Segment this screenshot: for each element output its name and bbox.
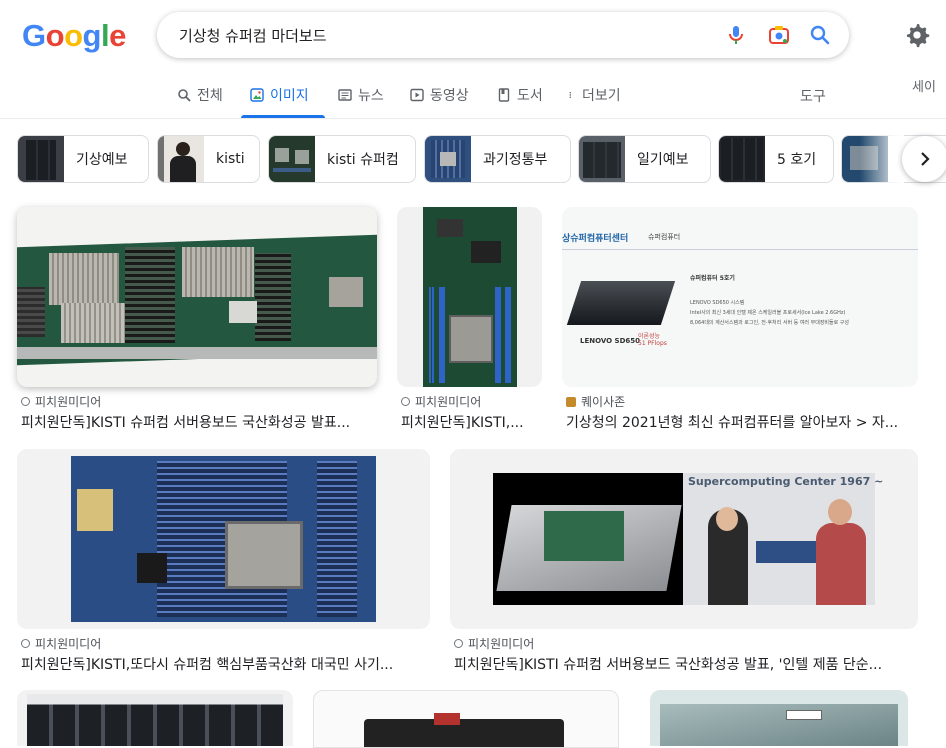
result-source[interactable]: 피치원미디어 [454, 635, 534, 652]
chip-label: 기상예보 [76, 152, 128, 168]
tab-label: 전체 [197, 88, 223, 104]
source-name: 피치원미디어 [35, 637, 102, 651]
chip-thumbnail [269, 136, 315, 182]
logo-letter: o [64, 18, 83, 53]
chip-weather-forecast[interactable]: 기상예보 [17, 135, 149, 183]
chip-kisti-supercomputer[interactable]: kisti 슈퍼컴 [268, 135, 416, 183]
slide-title: 상슈퍼컴퓨터센터 [562, 234, 629, 244]
result-image[interactable] [650, 690, 908, 746]
chip-thumbnail [425, 136, 471, 182]
chip-kisti[interactable]: kisti [157, 135, 260, 183]
quasarzone-icon [566, 396, 576, 407]
chip-unit-5[interactable]: 5 호기 [718, 135, 834, 183]
tab-images[interactable]: 이미지 [250, 84, 309, 106]
chip-thumbnail [158, 136, 204, 182]
logo-letter: G [22, 18, 46, 53]
result-image[interactable] [17, 207, 377, 387]
play-icon [410, 88, 424, 102]
logo-letter: g [82, 18, 102, 53]
result-image[interactable]: 상슈퍼컴퓨터센터 슈퍼컴퓨터 LENOVO SD650 이론성능 51 PFlo… [562, 207, 918, 387]
tab-label: 이미지 [270, 88, 309, 104]
result-title[interactable]: 피치원단독]KISTI,또다시 슈퍼컴 핵심부품국산화 대국민 사기... [21, 654, 431, 674]
source-name: 피치원미디어 [415, 395, 482, 409]
result-title[interactable]: 피치원단독]KISTI 슈퍼컴 서버용보드 국산화성공 발표, '인텔 제품 단… [454, 654, 916, 674]
search-input[interactable]: 기상청 슈퍼컴 마더보드 [179, 25, 327, 46]
safesearch-label[interactable]: 세이 [912, 76, 936, 95]
chip-daily-forecast[interactable]: 일기예보 [578, 135, 711, 183]
chip-fade [860, 132, 904, 184]
chip-label: 일기예보 [637, 152, 689, 168]
result-image[interactable] [313, 690, 619, 748]
result-title[interactable]: 기상청의 2021년형 최신 슈퍼컴퓨터를 알아보자 > 자... [566, 412, 918, 432]
microphone-icon[interactable] [724, 23, 748, 47]
divider [0, 118, 946, 119]
news-icon [338, 89, 352, 101]
chip-label: 과기정통부 [483, 152, 548, 168]
more-vert-icon [569, 91, 572, 99]
tab-label: 도서 [517, 88, 543, 104]
chip-label: kisti 슈퍼컴 [327, 152, 399, 168]
chip-thumbnail [719, 136, 765, 182]
tab-books[interactable]: 도서 [497, 84, 543, 106]
result-image[interactable]: Supercomputing Center 1967 ~ [450, 449, 918, 629]
result-source[interactable]: 퀘이사존 [566, 393, 625, 410]
result-image[interactable] [17, 449, 430, 629]
camera-lens-icon[interactable] [767, 23, 791, 47]
result-image[interactable] [397, 207, 542, 387]
chevron-right-icon [921, 152, 930, 166]
tab-more[interactable]: 더보기 [568, 84, 621, 106]
tools-button[interactable]: 도구 [800, 86, 826, 106]
tab-videos[interactable]: 동영상 [410, 84, 469, 106]
chip-msit[interactable]: 과기정통부 [424, 135, 571, 183]
tab-news[interactable]: 뉴스 [338, 84, 384, 106]
logo-letter: l [100, 18, 110, 53]
search-icon [178, 89, 191, 102]
slide-line: 8,064대의 계산서스템과 로그인, 전·후처리 서버 등 여러 부대장비들로… [690, 320, 850, 326]
globe-icon [21, 397, 30, 406]
slide-performance: 이론성능 51 PFlops [638, 333, 667, 347]
gear-icon[interactable] [904, 22, 930, 48]
chip-label: 5 호기 [777, 152, 817, 168]
slide-line: Intel사의 최신 3세대 인텔 제온 스케일러블 프로세서(Ice Lake… [690, 310, 846, 316]
chip-thumbnail [579, 136, 625, 182]
result-source[interactable]: 피치원미디어 [21, 635, 101, 652]
result-image[interactable] [17, 690, 293, 746]
search-box[interactable]: 기상청 슈퍼컴 마더보드 [157, 12, 849, 58]
source-name: 피치원미디어 [35, 395, 102, 409]
tab-all[interactable]: 전체 [177, 84, 223, 106]
tab-label: 더보기 [582, 88, 621, 104]
tab-label: 뉴스 [358, 88, 384, 104]
slide-line: LENOVO SD650 시스템 [690, 300, 745, 306]
chip-next-button[interactable] [902, 136, 946, 182]
chip-label: kisti [216, 151, 245, 167]
slide-heading: 슈퍼컴퓨터 5호기 [690, 275, 735, 282]
google-logo[interactable]: Google [22, 18, 126, 54]
source-name: 퀘이사존 [581, 395, 626, 409]
globe-icon [21, 639, 30, 648]
banner-text: Supercomputing Center 1967 ~ [688, 475, 884, 488]
result-source[interactable]: 피치원미디어 [401, 393, 481, 410]
result-source[interactable]: 피치원미디어 [21, 393, 101, 410]
search-icon[interactable] [808, 23, 832, 47]
book-icon [498, 88, 510, 102]
result-title[interactable]: 피치원단독]KISTI 슈퍼컴 서버용보드 국산화성공 발표... [21, 412, 377, 432]
logo-letter: o [45, 18, 65, 53]
globe-icon [401, 397, 410, 406]
tab-label: 동영상 [430, 88, 469, 104]
chip-thumbnail [18, 136, 64, 182]
source-name: 피치원미디어 [468, 637, 535, 651]
globe-icon [454, 639, 463, 648]
result-title[interactable]: 피치원단독]KISTI,... [401, 412, 541, 432]
logo-letter: e [109, 18, 126, 53]
slide-model: LENOVO SD650 [580, 337, 641, 345]
image-icon [250, 88, 264, 102]
slide-subtitle: 슈퍼컴퓨터 [648, 233, 681, 241]
